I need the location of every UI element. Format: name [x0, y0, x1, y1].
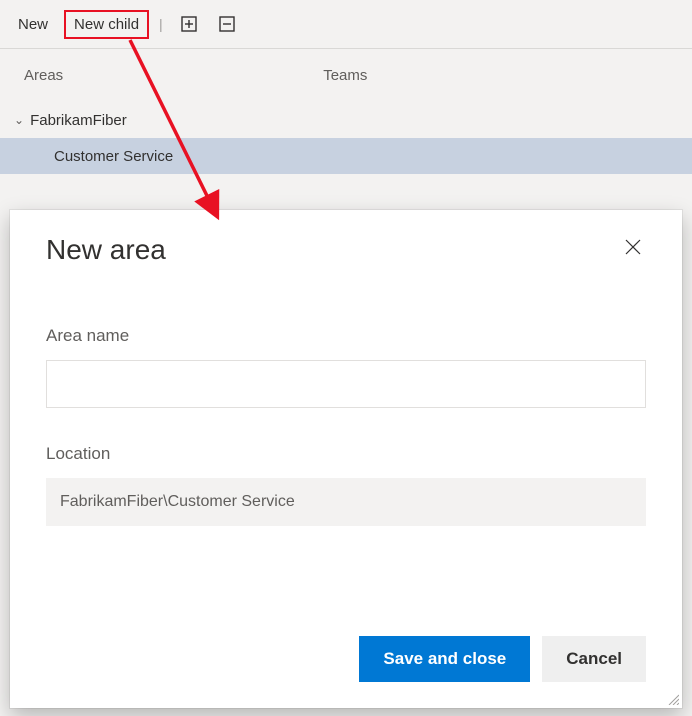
- cancel-button[interactable]: Cancel: [542, 636, 646, 682]
- location-label: Location: [46, 444, 646, 464]
- save-and-close-button[interactable]: Save and close: [359, 636, 530, 682]
- close-icon: [624, 238, 642, 256]
- area-name-group: Area name: [46, 326, 646, 408]
- new-child-button[interactable]: New child: [64, 10, 149, 39]
- dialog-header: New area: [46, 234, 646, 266]
- new-button[interactable]: New: [8, 10, 58, 39]
- expand-all-button[interactable]: [173, 8, 205, 40]
- location-input: [46, 478, 646, 526]
- minus-box-icon: [219, 16, 235, 32]
- tab-areas[interactable]: Areas: [24, 67, 63, 84]
- chevron-down-icon: ⌄: [14, 113, 24, 127]
- location-group: Location: [46, 444, 646, 526]
- toolbar-separator: |: [155, 16, 167, 32]
- collapse-all-button[interactable]: [211, 8, 243, 40]
- area-name-input[interactable]: [46, 360, 646, 408]
- tree-node-parent[interactable]: ⌄ FabrikamFiber: [0, 102, 692, 138]
- area-name-label: Area name: [46, 326, 646, 346]
- close-button[interactable]: [620, 234, 646, 263]
- tree-node-child[interactable]: Customer Service: [0, 138, 692, 174]
- area-tree: ⌄ FabrikamFiber Customer Service: [0, 102, 692, 184]
- dialog-footer: Save and close Cancel: [46, 636, 646, 688]
- tree-node-label: FabrikamFiber: [30, 112, 127, 129]
- tab-teams[interactable]: Teams: [323, 67, 367, 84]
- toolbar: New New child |: [0, 0, 692, 49]
- dialog-title: New area: [46, 234, 166, 266]
- resize-grip-icon[interactable]: [667, 693, 679, 705]
- new-area-dialog: New area Area name Location Save and clo…: [10, 210, 682, 708]
- tabs-row: Areas Teams: [0, 49, 692, 102]
- plus-box-icon: [181, 16, 197, 32]
- tree-node-label: Customer Service: [54, 148, 173, 165]
